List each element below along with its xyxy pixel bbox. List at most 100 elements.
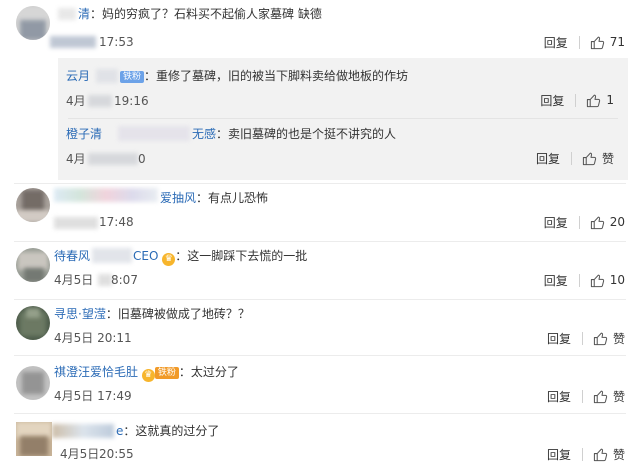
like-count: 赞 [601, 151, 614, 166]
sub-reply-content: 铁粉 ：重修了墓碑，旧的被当下脚料卖给做地板的作坊 [120, 68, 408, 84]
blurred-date [50, 36, 96, 48]
blurred-date [98, 274, 112, 286]
comment-item: 爱抽风：有点儿恐怖 17:48 回复 20 [0, 184, 640, 244]
comment-line-user: 待春风 [54, 248, 90, 264]
like-button[interactable]: 赞 [582, 150, 614, 167]
sub-reply-line: 橙子清 [66, 126, 102, 142]
blurred-username-prefix [54, 188, 158, 202]
blurred-username-prefix [58, 8, 76, 20]
like-button[interactable]: 赞 [593, 446, 625, 463]
sub-reply-line: 云月 [66, 68, 90, 84]
thumbs-up-icon [590, 36, 604, 49]
avatar[interactable] [16, 248, 50, 282]
comment-time: 4月5日 20:11 [54, 331, 132, 345]
comment-actions: 回复 赞 [547, 330, 625, 346]
comment-time: 17:48 [99, 215, 134, 229]
thumbs-up-icon [587, 94, 601, 107]
sub-reply-list: 云月 铁粉 ：重修了墓碑，旧的被当下脚料卖给做地板的作坊 4月 19:16 回复 … [58, 58, 628, 180]
avatar[interactable] [16, 188, 50, 222]
avatar[interactable] [16, 366, 50, 400]
comment-username[interactable]: 祺澄汪爱恰毛肚 [54, 365, 138, 379]
avatar[interactable] [16, 306, 50, 340]
sub-reply-text: 卖旧墓碑的也是个挺不讲究的人 [228, 127, 397, 141]
comment-username[interactable]: 爱抽风 [160, 191, 196, 205]
action-divider [578, 273, 580, 287]
comment-text: 这一脚踩下去慌的一批 [187, 249, 308, 263]
comment-time: 20:55 [99, 447, 134, 461]
reply-button[interactable]: 回复 [544, 214, 568, 231]
comment-actions: 回复 20 [544, 214, 625, 230]
reply-button[interactable]: 回复 [547, 330, 571, 347]
vip-crown-icon: ♛ [162, 253, 176, 266]
comment-text: 这就真的过分了 [135, 424, 220, 438]
comment-item: 清：妈的穷疯了？石料买不起偷人家墓碑 缺德 17:53 回复 71 云月 铁粉：… [0, 0, 640, 184]
sub-reply-username[interactable]: 云月 [66, 69, 90, 83]
like-button[interactable]: 20 [590, 215, 625, 230]
sub-reply-username-suffix[interactable]: 无感 [192, 127, 216, 141]
comment-line: 清：妈的穷疯了？石料买不起偷人家墓碑 缺德 [78, 7, 322, 21]
avatar[interactable] [16, 6, 50, 40]
comment-username[interactable]: 待春风 [54, 249, 90, 263]
comment-item: e：这就真的过分了 4月5日 20:55 回复 赞 [0, 414, 640, 467]
comment-time-prefix: 4月5日 [60, 447, 100, 461]
reply-button[interactable]: 回复 [536, 150, 560, 167]
action-divider [570, 151, 572, 165]
comment-text: 妈的穷疯了？石料买不起偷人家墓碑 缺德 [102, 7, 322, 21]
blurred-username-suffix [96, 69, 118, 83]
action-divider [581, 389, 583, 403]
like-count: 赞 [612, 331, 625, 346]
like-count: 71 [609, 35, 625, 49]
comment-time: 4月5日 17:49 [54, 389, 132, 403]
thumbs-up-icon [590, 216, 604, 229]
reply-button[interactable]: 回复 [547, 388, 571, 405]
comment-username[interactable]: 清 [78, 7, 90, 21]
thumbs-up-icon [593, 390, 608, 403]
comment-actions: 回复 71 [544, 34, 625, 50]
sub-reply-time: 19:16 [114, 94, 149, 108]
like-button[interactable]: 赞 [593, 388, 625, 405]
sub-reply-time: 0 [138, 152, 146, 166]
like-button[interactable]: 1 [586, 93, 614, 108]
comment-item: 寻思·望滢：旧墓碑被做成了地砖？？ 4月5日 20:11 回复 赞 [0, 300, 640, 356]
comment-line: 祺澄汪爱恰毛肚 ♛ 铁粉 ：太过分了 [54, 365, 239, 382]
thumbs-up-icon [582, 152, 597, 165]
like-count: 20 [609, 215, 625, 229]
reply-button[interactable]: 回复 [547, 446, 571, 463]
like-count: 赞 [612, 447, 625, 462]
comment-actions: 回复 赞 [547, 388, 625, 404]
sub-reply-actions: 回复 1 [540, 92, 614, 108]
vip-crown-icon: ♛ [141, 369, 155, 382]
comment-item: 待春风 CEO ♛ ：这一脚踩下去慌的一批 4月5日 8:07 回复 10 [0, 242, 640, 300]
action-divider [581, 331, 583, 345]
blurred-date [54, 217, 98, 229]
comment-item: 祺澄汪爱恰毛肚 ♛ 铁粉 ：太过分了 4月5日 17:49 回复 赞 [0, 356, 640, 414]
comment-text: 太过分了 [190, 365, 239, 379]
sub-reply-actions: 回复 赞 [536, 150, 614, 166]
like-button[interactable]: 71 [590, 35, 625, 50]
thumbs-up-icon [593, 332, 608, 345]
sub-reply-content: 无感：卖旧墓碑的也是个挺不讲究的人 [192, 127, 397, 141]
thumbs-up-icon [593, 448, 608, 461]
comment-time-prefix: 4月5日 [54, 273, 94, 287]
sub-reply-time-prefix: 4月 [66, 94, 86, 108]
comment-username-suffix[interactable]: CEO [133, 249, 158, 263]
comment-username[interactable]: 寻思·望滢 [54, 307, 106, 321]
action-divider [578, 215, 580, 229]
blurred-date [88, 95, 112, 107]
comment-actions: 回复 10 [544, 272, 625, 288]
blurred-username-middle [92, 248, 132, 263]
like-count: 10 [609, 273, 625, 287]
action-divider [581, 447, 583, 461]
comment-text: 旧墓碑被做成了地砖？？ [117, 307, 250, 321]
like-count: 1 [606, 93, 614, 107]
blurred-username-middle [118, 126, 190, 141]
sub-reply-username[interactable]: 橙子清 [66, 127, 102, 141]
comment-line: 寻思·望滢：旧墓碑被做成了地砖？？ [54, 307, 250, 321]
reply-button[interactable]: 回复 [544, 34, 568, 51]
like-button[interactable]: 赞 [593, 330, 625, 347]
reply-button[interactable]: 回复 [544, 272, 568, 289]
comment-actions: 回复 赞 [547, 446, 625, 462]
reply-button[interactable]: 回复 [540, 92, 564, 109]
avatar[interactable] [16, 422, 52, 456]
like-button[interactable]: 10 [590, 273, 625, 288]
